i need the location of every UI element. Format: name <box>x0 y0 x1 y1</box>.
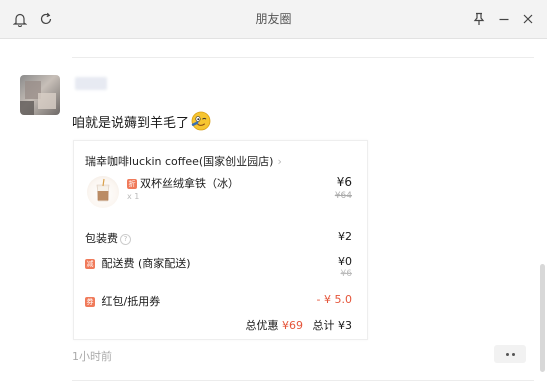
post-text: 咱就是说薅到羊毛了 <box>72 115 190 131</box>
delivery-fee-label: 减 配送费 (商家配送) <box>85 255 191 271</box>
packaging-fee-label: 包装费? <box>85 230 131 246</box>
window-title: 朋友圈 <box>255 12 292 26</box>
post-text-line: 咱就是说薅到羊毛了 <box>72 111 211 131</box>
product-original-price: ¥64 <box>334 191 352 201</box>
delivery-fee-original: ¥6 <box>340 269 352 279</box>
total-value: ¥3 <box>338 319 352 332</box>
post-time: 1小时前 <box>72 350 112 363</box>
coupon-value: - ¥ 5.0 <box>316 293 352 306</box>
minimize-icon[interactable] <box>496 11 512 27</box>
wink-emoji-icon <box>191 111 211 131</box>
total-discount-label: 总优惠 <box>245 319 279 332</box>
coupon-label: 券 红包/抵用券 <box>85 293 160 309</box>
title-bar: 朋友圈 <box>0 0 547 39</box>
order-summary: 总优惠 ¥69 总计 ¥3 <box>246 317 353 333</box>
delivery-tag: 减 <box>85 259 95 269</box>
packaging-fee-text: 包装费 <box>85 232 118 245</box>
store-name-row[interactable]: 瑞幸咖啡luckin coffee(国家创业园店) › <box>85 153 282 169</box>
product-price: ¥6 <box>336 175 352 189</box>
product-name-row: 折双杯丝绒拿铁（冰） <box>127 175 239 191</box>
delivery-fee-value: ¥0 <box>338 255 352 268</box>
scrollbar[interactable] <box>540 264 545 372</box>
order-card[interactable]: 瑞幸咖啡luckin coffee(国家创业园店) › 折双杯丝绒拿铁（冰） x … <box>73 140 368 340</box>
product-quantity: x 1 <box>127 192 140 201</box>
avatar[interactable] <box>20 75 60 115</box>
moments-feed: 咱就是说薅到羊毛了 瑞幸咖啡luckin coffee(国家创业园店) › 折 … <box>0 39 547 386</box>
packaging-fee-value: ¥2 <box>338 230 352 243</box>
info-icon[interactable]: ? <box>120 233 131 245</box>
chevron-right-icon: › <box>277 155 282 168</box>
pin-icon[interactable] <box>471 11 487 27</box>
divider <box>72 57 534 58</box>
total-label: 总计 <box>312 319 335 332</box>
product-name: 双杯丝绒拿铁（冰） <box>140 177 239 190</box>
more-button[interactable] <box>494 345 526 363</box>
coupon-text: 红包/抵用券 <box>101 295 161 308</box>
nickname-blurred[interactable] <box>75 77 107 90</box>
coupon-tag: 券 <box>85 297 95 307</box>
delivery-fee-text: 配送费 (商家配送) <box>101 257 191 270</box>
product-image <box>87 176 119 208</box>
more-icon <box>505 352 509 356</box>
total-discount-value: ¥69 <box>282 319 303 332</box>
discount-tag: 折 <box>127 179 137 189</box>
store-name: 瑞幸咖啡luckin coffee(国家创业园店) <box>85 155 274 168</box>
close-icon[interactable] <box>520 11 536 27</box>
divider <box>72 380 534 381</box>
